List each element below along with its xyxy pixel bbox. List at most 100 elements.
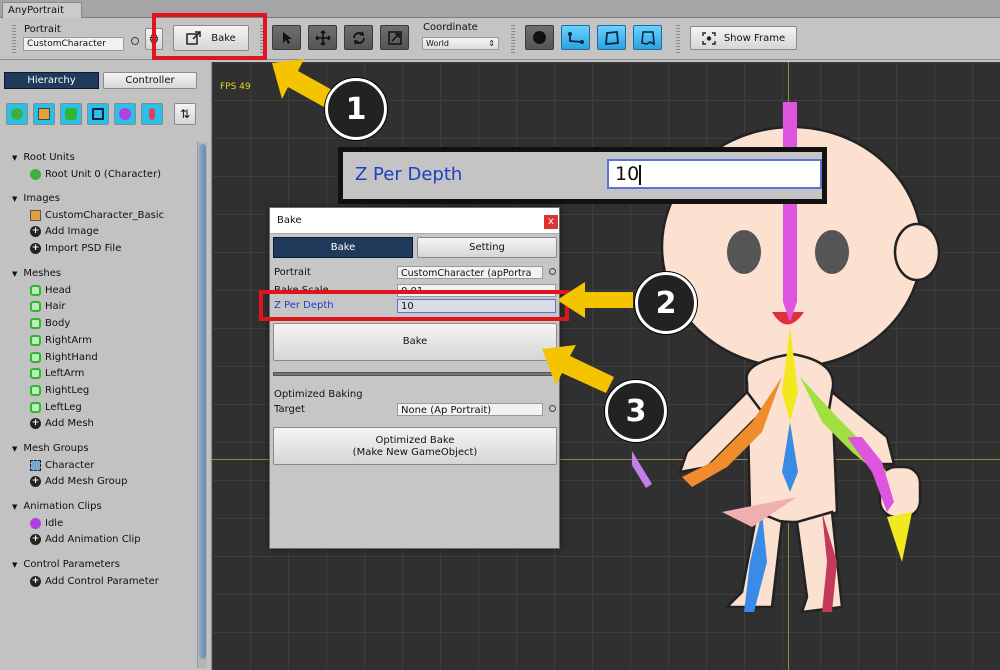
callout-label: Z Per Depth <box>355 164 463 185</box>
scrollbar-thumb[interactable] <box>199 144 206 659</box>
tree-item[interactable]: + Import PSD File <box>30 243 121 255</box>
callout-value-field[interactable]: 10 <box>607 159 822 189</box>
target-label: Target <box>274 404 305 415</box>
tree-item-label: RightHand <box>45 351 98 363</box>
expand-arrow-icon: ▼ <box>12 503 18 511</box>
step-badge-1: 1 <box>325 78 387 140</box>
step-badge-3: 3 <box>605 380 667 442</box>
move-tool-button[interactable] <box>308 25 337 50</box>
object-picker-icon[interactable] <box>549 405 556 412</box>
rotate-tool-button[interactable] <box>344 25 373 50</box>
fps-counter: FPS 49 <box>220 82 251 92</box>
tree-section-title: Mesh Groups <box>23 443 89 454</box>
tree-item-label: Head <box>45 284 72 296</box>
bake-dialog-title: Bake <box>277 215 302 226</box>
tree-item-label: RightArm <box>45 334 92 346</box>
bake-button[interactable]: Bake <box>273 323 557 361</box>
tab-setting[interactable]: Setting <box>417 237 557 258</box>
tree-item[interactable]: RightArm <box>30 334 92 346</box>
cloth-icon <box>640 30 655 45</box>
tree-item-label: LeftLeg <box>45 401 82 413</box>
tree-item[interactable]: Body <box>30 318 71 330</box>
add-icon: + <box>30 575 41 587</box>
physics-view-toggle[interactable] <box>633 25 662 50</box>
hierarchy-tree: ▼ Root Units Root Unit 0 (Character) ▼ Image… <box>0 62 196 670</box>
expand-arrow-icon: ▼ <box>12 445 18 453</box>
tree-item[interactable]: Idle <box>30 517 64 529</box>
tree-item[interactable]: + Add Control Parameter <box>30 575 159 587</box>
highlight-box-bake <box>152 13 267 60</box>
tree-item-label: Add Animation Clip <box>45 534 141 546</box>
tree-item[interactable]: RightHand <box>30 351 98 363</box>
add-icon: + <box>30 534 41 546</box>
tree-item[interactable]: Hair <box>30 301 66 313</box>
tree-item-label: Add Mesh <box>45 418 94 430</box>
expand-arrow-icon: ▼ <box>12 270 18 278</box>
object-picker-icon[interactable] <box>131 37 139 45</box>
expand-arrow-icon: ▼ <box>12 195 18 203</box>
scrollbar-track[interactable] <box>197 142 207 668</box>
window-tab-bar: AnyPortrait <box>0 0 1000 18</box>
portrait-object-value: CustomCharacter (apPortra <box>401 268 532 279</box>
tree-item[interactable]: LeftArm <box>30 368 85 380</box>
tree-item[interactable]: + Add Image <box>30 226 99 238</box>
tree-item[interactable]: + Add Mesh Group <box>30 476 128 488</box>
tree-section-header[interactable]: ▼ Images <box>12 193 60 204</box>
tree-item[interactable]: CustomCharacter_Basic <box>30 209 164 221</box>
tree-section-header[interactable]: ▼ Control Parameters <box>12 559 120 570</box>
bake-dialog: Bake x Bake Setting Portrait CustomChara… <box>269 207 560 549</box>
tree-item-label: Body <box>45 318 71 330</box>
optimized-bake-button[interactable]: Optimized Bake (Make New GameObject) <box>273 427 557 465</box>
tree-item[interactable]: Character <box>30 459 94 471</box>
tree-item[interactable]: Root Unit 0 (Character) <box>30 168 161 180</box>
tree-item[interactable]: Head <box>30 284 72 296</box>
tree-item[interactable]: + Add Animation Clip <box>30 534 141 546</box>
tree-item-label: Idle <box>45 517 64 529</box>
expand-arrow-icon: ▼ <box>12 154 18 162</box>
tree-section-header[interactable]: ▼ Animation Clips <box>12 501 102 512</box>
close-icon[interactable]: x <box>544 215 558 229</box>
tree-section-title: Control Parameters <box>23 559 120 570</box>
arrow-icon <box>557 282 633 318</box>
coordinate-dropdown[interactable]: World ⇕ <box>422 37 499 50</box>
tree-item[interactable]: LeftLeg <box>30 401 82 413</box>
expand-arrow-icon: ▼ <box>12 561 18 569</box>
toolbar: Portrait CustomCharacter ⚙ Bake Coordina… <box>0 18 1000 60</box>
portrait-row-label: Portrait <box>274 267 311 278</box>
scale-icon <box>387 30 402 45</box>
portrait-field[interactable]: CustomCharacter <box>23 37 124 51</box>
add-icon: + <box>30 243 41 255</box>
tree-item-label: RightLeg <box>45 384 90 396</box>
bone-view-toggle[interactable] <box>561 25 590 50</box>
tab-bake[interactable]: Bake <box>273 237 413 258</box>
onion-toggle-button[interactable] <box>525 25 554 50</box>
tree-item-label: LeftArm <box>45 368 85 380</box>
add-icon: + <box>30 418 41 430</box>
step-badge-2: 2 <box>635 272 697 334</box>
tree-item-label: Add Image <box>45 226 99 238</box>
tree-item-label: Add Control Parameter <box>45 575 159 587</box>
mesh-icon <box>604 30 619 45</box>
tree-item[interactable]: RightLeg <box>30 384 90 396</box>
show-frame-button[interactable]: Show Frame <box>690 26 797 50</box>
tree-section-header[interactable]: ▼ Root Units <box>12 152 75 163</box>
mesh-icon <box>30 301 41 313</box>
portrait-object-field[interactable]: CustomCharacter (apPortra <box>397 266 543 279</box>
tree-item[interactable]: + Add Mesh <box>30 418 94 430</box>
toolbar-grip <box>511 25 515 53</box>
mesh-icon <box>30 401 41 413</box>
cursor-icon <box>282 31 292 44</box>
divider <box>273 372 557 376</box>
select-tool-button[interactable] <box>272 25 301 50</box>
bake-dialog-titlebar: Bake x <box>270 208 559 234</box>
window-tab[interactable]: AnyPortrait <box>2 2 82 18</box>
object-picker-icon[interactable] <box>549 268 556 275</box>
mesh-icon <box>30 284 41 296</box>
target-object-value: None (Ap Portrait) <box>401 405 492 416</box>
tree-item-label: Add Mesh Group <box>45 476 128 488</box>
tree-section-header[interactable]: ▼ Meshes <box>12 268 61 279</box>
target-object-field[interactable]: None (Ap Portrait) <box>397 403 543 416</box>
scale-tool-button[interactable] <box>380 25 409 50</box>
tree-section-header[interactable]: ▼ Mesh Groups <box>12 443 89 454</box>
mesh-view-toggle[interactable] <box>597 25 626 50</box>
